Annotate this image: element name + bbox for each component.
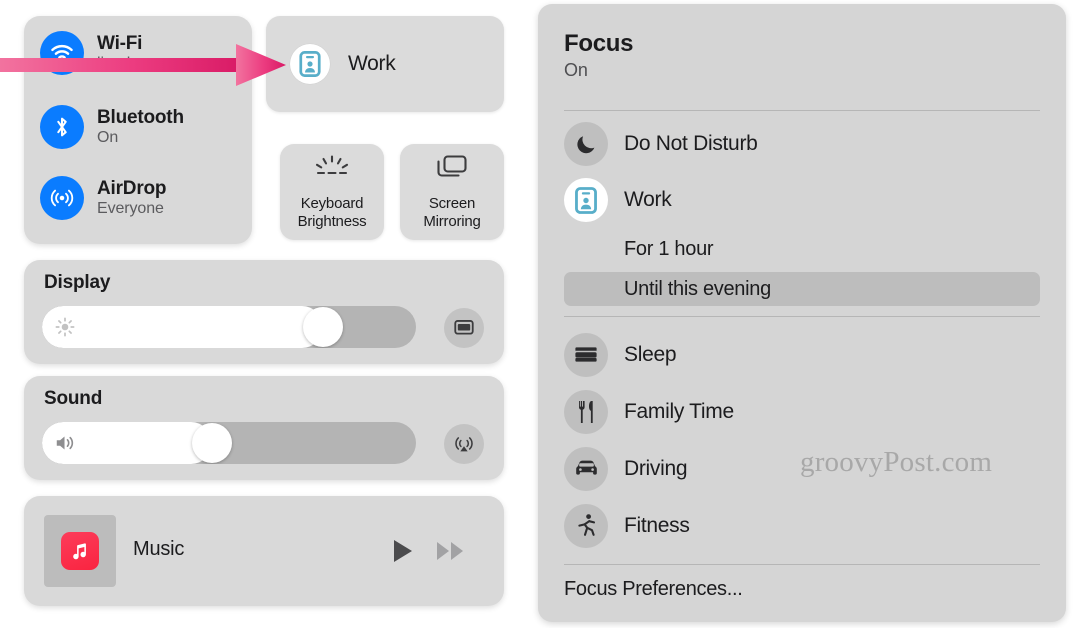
focus-title: Focus bbox=[564, 30, 634, 57]
sound-title: Sound bbox=[44, 388, 103, 409]
moon-icon bbox=[564, 122, 608, 166]
display-monitor-icon[interactable] bbox=[444, 308, 484, 348]
focus-divider-middle bbox=[564, 316, 1040, 317]
focus-mode-family-time[interactable]: Family Time bbox=[564, 390, 1040, 434]
work-badge-icon bbox=[290, 44, 330, 84]
work-badge-icon bbox=[564, 178, 608, 222]
focus-header: Focus On bbox=[564, 30, 633, 81]
focus-divider-bottom bbox=[564, 564, 1040, 565]
watermark: groovyPost.com bbox=[800, 446, 993, 478]
keyboard-brightness-line1: Keyboard bbox=[300, 195, 364, 213]
keyboard-brightness-line2: Brightness bbox=[297, 212, 367, 230]
brightness-sun-icon bbox=[54, 316, 76, 338]
display-title: Display bbox=[44, 272, 111, 293]
keyboard-brightness-icon bbox=[312, 154, 352, 187]
focus-tile-label: Work bbox=[348, 52, 396, 75]
airdrop-icon[interactable] bbox=[40, 176, 84, 220]
music-note-icon bbox=[61, 532, 99, 570]
focus-mode-label: Driving bbox=[624, 457, 688, 480]
connectivity-row-wifi[interactable]: Wi-Fi lion-luma bbox=[40, 26, 161, 80]
focus-divider-top bbox=[564, 110, 1040, 111]
bed-icon bbox=[564, 333, 608, 377]
sound-card: Sound bbox=[24, 376, 504, 480]
focus-popover: Focus On Do Not Disturb Work For 1 hour … bbox=[538, 4, 1066, 622]
focus-mode-label: Sleep bbox=[624, 343, 677, 366]
music-title: Music bbox=[133, 538, 185, 560]
focus-duration-until-this-evening[interactable]: Until this evening bbox=[564, 272, 1040, 306]
fast-forward-icon[interactable] bbox=[434, 536, 468, 566]
focus-mode-do-not-disturb[interactable]: Do Not Disturb bbox=[564, 122, 1040, 166]
focus-status: On bbox=[564, 60, 588, 80]
display-brightness-slider[interactable] bbox=[42, 306, 416, 348]
focus-duration-for-1-hour[interactable]: For 1 hour bbox=[564, 232, 1040, 266]
connectivity-card: Wi-Fi lion-luma Bluetooth On AirDrop Eve… bbox=[24, 16, 252, 244]
wifi-title: Wi-Fi bbox=[97, 32, 143, 54]
keyboard-brightness-tile[interactable]: Keyboard Brightness bbox=[280, 144, 384, 240]
connectivity-row-airdrop[interactable]: AirDrop Everyone bbox=[40, 171, 167, 225]
sound-slider-knob[interactable] bbox=[192, 423, 233, 463]
focus-preferences-link[interactable]: Focus Preferences... bbox=[564, 578, 743, 601]
airdrop-visibility: Everyone bbox=[97, 200, 164, 218]
connectivity-row-bluetooth[interactable]: Bluetooth On bbox=[40, 100, 184, 154]
keyboard-brightness-label: Keyboard Brightness bbox=[298, 195, 367, 230]
screen-mirroring-icon bbox=[435, 154, 469, 187]
screen-mirroring-label: Screen Mirroring bbox=[423, 195, 481, 230]
airdrop-title: AirDrop bbox=[97, 177, 167, 199]
focus-mode-work[interactable]: Work bbox=[564, 178, 1040, 222]
airplay-audio-icon[interactable] bbox=[444, 424, 484, 464]
focus-mode-sleep[interactable]: Sleep bbox=[564, 333, 1040, 377]
wifi-icon[interactable] bbox=[40, 31, 84, 75]
bluetooth-icon[interactable] bbox=[40, 105, 84, 149]
screen-mirroring-line1: Screen bbox=[428, 195, 476, 213]
control-center: Wi-Fi lion-luma Bluetooth On AirDrop Eve… bbox=[18, 2, 510, 624]
focus-mode-fitness[interactable]: Fitness bbox=[564, 504, 1040, 548]
screen-mirroring-tile[interactable]: Screen Mirroring bbox=[400, 144, 504, 240]
music-album-art bbox=[44, 515, 116, 587]
running-icon bbox=[564, 504, 608, 548]
focus-mode-label: Do Not Disturb bbox=[624, 132, 758, 155]
sound-volume-slider[interactable] bbox=[42, 422, 416, 464]
bluetooth-status: On bbox=[97, 129, 119, 147]
fork-knife-icon bbox=[564, 390, 608, 434]
bluetooth-title: Bluetooth bbox=[97, 106, 184, 128]
focus-duration-label: Until this evening bbox=[624, 277, 771, 300]
display-card: Display bbox=[24, 260, 504, 364]
car-icon bbox=[564, 447, 608, 491]
focus-tile-work[interactable]: Work bbox=[266, 16, 504, 112]
focus-duration-label: For 1 hour bbox=[624, 237, 714, 260]
play-icon[interactable] bbox=[386, 536, 420, 566]
focus-mode-label: Work bbox=[624, 188, 672, 211]
display-slider-fill bbox=[42, 306, 323, 348]
display-slider-knob[interactable] bbox=[302, 307, 343, 347]
focus-mode-label: Family Time bbox=[624, 400, 734, 423]
music-card: Music bbox=[24, 496, 504, 606]
wifi-network-name: lion-luma bbox=[97, 55, 162, 73]
focus-mode-label: Fitness bbox=[624, 514, 690, 537]
speaker-wave-icon bbox=[54, 432, 76, 454]
screen-mirroring-line2: Mirroring bbox=[423, 212, 481, 230]
